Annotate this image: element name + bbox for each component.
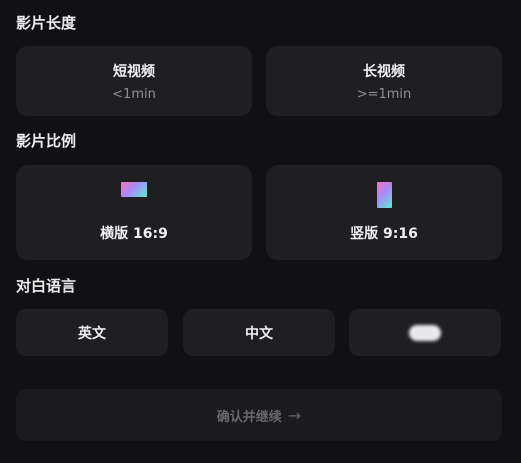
portrait-ratio-option[interactable]: 竖版 9:16 <box>266 165 502 260</box>
language-option-obscured[interactable] <box>349 309 501 356</box>
language-option-english[interactable]: 英文 <box>16 309 168 356</box>
long-video-duration: >=1min <box>356 86 412 102</box>
confirm-label: 确认并继续 <box>216 409 282 425</box>
portrait-ratio-icon <box>376 182 392 208</box>
confirm-continue-button[interactable]: 确认并继续 → <box>16 389 502 441</box>
long-video-label: 长视频 <box>363 63 405 80</box>
obscured-label <box>409 324 441 341</box>
language-section-title: 对白语言 <box>16 277 77 295</box>
long-video-option[interactable]: 长视频 >=1min <box>266 46 502 116</box>
language-option-chinese[interactable]: 中文 <box>183 309 335 356</box>
language-option-label: 英文 <box>78 325 106 342</box>
landscape-ratio-icon <box>121 182 147 197</box>
short-video-label: 短视频 <box>113 63 155 80</box>
short-video-duration: <1min <box>112 86 156 102</box>
language-option-label: 中文 <box>245 325 273 342</box>
arrow-right-icon: → <box>287 405 302 425</box>
landscape-ratio-label: 横版 16:9 <box>100 226 168 242</box>
short-video-option[interactable]: 短视频 <1min <box>16 46 252 116</box>
ratio-section-title: 影片比例 <box>16 132 77 150</box>
portrait-ratio-label: 竖版 9:16 <box>350 226 418 242</box>
length-section-title: 影片长度 <box>16 14 77 32</box>
landscape-ratio-option[interactable]: 横版 16:9 <box>16 165 252 260</box>
